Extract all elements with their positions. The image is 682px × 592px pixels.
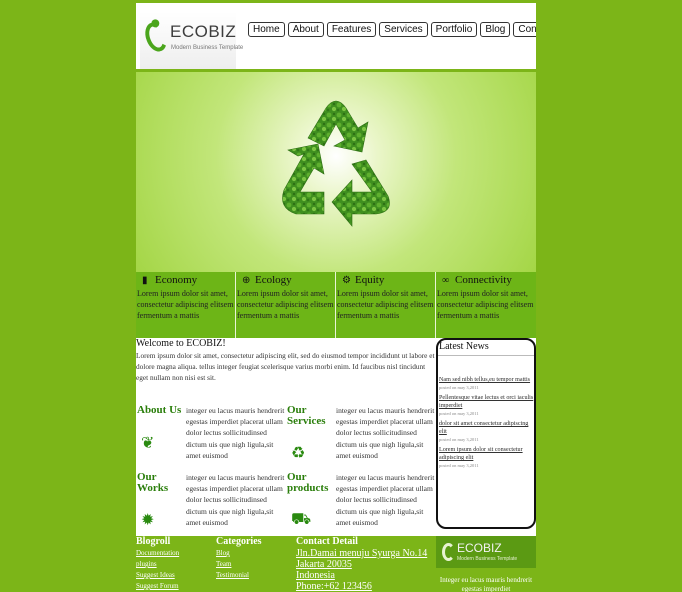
hero-banner: [136, 72, 536, 272]
contact-phone: Phone:+62 123456: [296, 581, 372, 592]
footer: Blogroll Documentation plugins Suggest I…: [136, 536, 536, 592]
news-link[interactable]: Nam sed nibh tellus,eu tempor mattis: [439, 376, 534, 384]
logo-tagline: Modern Business Template: [171, 45, 244, 51]
welcome-text: Lorem ipsum dolor sit amet, consectetur …: [136, 351, 435, 382]
feature-text: Lorem ipsum dolor sit amet, consectetur …: [337, 289, 434, 320]
nav-contact-button[interactable]: Contact: [513, 22, 536, 37]
nav-blog-button[interactable]: Blog: [480, 22, 511, 37]
feature-text: Lorem ipsum dolor sit amet, consectetur …: [137, 289, 234, 320]
news-item: Pellentesque vitae lectus et orci iaculi…: [439, 394, 534, 417]
footer-logo-tagline: Modern Business Template: [457, 556, 518, 562]
latest-news-divider: [438, 355, 534, 356]
nav-portfolio-button[interactable]: Portfolio: [430, 22, 478, 37]
news-item: Nam sed nibh tellus,eu tempor mattis pos…: [439, 376, 534, 391]
footer-categories: Categories Blog Team Testimonial: [216, 536, 296, 581]
welcome-section: Welcome to ECOBIZ! Lorem ipsum dolor sit…: [136, 338, 436, 383]
site-logo[interactable]: ECOBIZ Modern Business Template: [140, 12, 243, 69]
category-link[interactable]: Blog: [216, 548, 296, 559]
news-date: posted on may 3,2011: [439, 411, 479, 416]
nav-about-button[interactable]: About: [287, 22, 324, 37]
our-services-title[interactable]: Our Services: [287, 405, 329, 427]
header: ECOBIZ Modern Business Template Home Abo…: [136, 3, 536, 71]
our-products-title[interactable]: Our products: [287, 472, 331, 494]
feature-text: Lorem ipsum dolor sit amet, consectetur …: [237, 289, 334, 320]
our-works-text: integer eu lacus mauris hendrerit egesta…: [186, 473, 285, 527]
feature-title: Economy: [155, 274, 198, 286]
news-item: dolor sit amet consectetur adipiscing el…: [439, 420, 534, 443]
blogroll-link[interactable]: Suggest Forum: [136, 581, 216, 592]
footer-blogroll: Blogroll Documentation plugins Suggest I…: [136, 536, 216, 592]
gears-icon: ⚙: [342, 274, 351, 286]
feature-economy: ▮ Economy Lorem ipsum dolor sit amet, con…: [136, 272, 236, 338]
footer-logo[interactable]: ECOBIZ Modern Business Template: [436, 536, 536, 568]
news-list: Nam sed nibh tellus,eu tempor mattis pos…: [438, 376, 534, 469]
latest-news-panel: Latest News Nam sed nibh tellus,eu tempo…: [436, 338, 536, 529]
logo-name: ECOBIZ: [170, 22, 237, 41]
feature-equity: ⚙ Equity Lorem ipsum dolor sit amet, cons…: [336, 272, 436, 338]
news-date: posted on may 3,2011: [439, 463, 479, 468]
nav-features-button[interactable]: Features: [326, 22, 377, 37]
gear-icon: ✹: [141, 512, 155, 529]
nav-services-button[interactable]: Services: [379, 22, 428, 37]
category-link[interactable]: Testimonial: [216, 570, 296, 581]
main-nav: Home About Features Services Portfolio B…: [248, 22, 536, 37]
link-icon: ∞: [442, 274, 450, 286]
our-services-text: integer eu lacus mauris hendrerit egesta…: [336, 406, 435, 460]
about-us-text: integer eu lacus mauris hendrerit egesta…: [186, 406, 285, 460]
footer-logo-name: ECOBIZ: [457, 541, 502, 555]
contact-title: Contact Detail: [296, 536, 358, 547]
footer-text: Integer eu lacus mauris hendrerit egesta…: [439, 576, 533, 592]
news-date: posted on may 3,2011: [439, 385, 479, 390]
recycle-icon: [282, 100, 390, 227]
news-link[interactable]: Lorem ipsum dolor sit consectetur adipis…: [439, 446, 534, 462]
blogroll-link[interactable]: Suggest Ideas: [136, 570, 216, 581]
feature-title: Ecology: [255, 274, 292, 286]
category-link[interactable]: Team: [216, 559, 296, 570]
contact-city: Jakarta 20035: [296, 559, 352, 570]
news-item: Lorem ipsum dolor sit consectetur adipis…: [439, 446, 534, 469]
footer-logo-swirl-icon: [442, 543, 455, 561]
contact-address: Jln.Damai menuju Syurga No.14: [296, 548, 428, 559]
logo-swirl-icon: [141, 19, 171, 55]
blogroll-link[interactable]: Documentation: [136, 548, 216, 559]
contact-country: Indonesia: [296, 570, 335, 581]
bar-chart-icon: ▮: [142, 274, 148, 286]
blogroll-title: Blogroll: [136, 536, 171, 547]
nav-home-button[interactable]: Home: [248, 22, 285, 37]
bus-icon: ⛟: [291, 511, 312, 528]
news-link[interactable]: dolor sit amet consectetur adipiscing el…: [439, 420, 534, 436]
feature-title: Connectivity: [455, 274, 512, 286]
features-strip: ▮ Economy Lorem ipsum dolor sit amet, con…: [136, 272, 536, 338]
feature-text: Lorem ipsum dolor sit amet, consectetur …: [437, 289, 534, 320]
leaf-icon: ❦: [141, 435, 155, 452]
blogroll-link[interactable]: plugins: [136, 559, 216, 570]
about-us-block: About Us ❦ integer eu lacus mauris hendr…: [137, 405, 287, 465]
news-date: posted on may 3,2011: [439, 437, 479, 442]
our-products-block: Our products ⛟ integer eu lacus mauris h…: [287, 472, 437, 532]
welcome-title: Welcome to ECOBIZ!: [136, 338, 226, 349]
feature-connectivity: ∞ Connectivity Lorem ipsum dolor sit amet…: [436, 272, 536, 338]
news-link[interactable]: Pellentesque vitae lectus et orci iaculi…: [439, 394, 534, 410]
our-services-block: Our Services ♻ integer eu lacus mauris h…: [287, 405, 437, 465]
footer-contact: Contact Detail Jln.Damai menuju Syurga N…: [296, 536, 436, 592]
recycle-icon: ♻: [291, 445, 306, 462]
about-us-title[interactable]: About Us: [137, 405, 183, 416]
our-works-title[interactable]: Our Works: [137, 472, 173, 494]
our-works-block: Our Works ✹ integer eu lacus mauris hend…: [137, 472, 287, 532]
categories-title: Categories: [216, 536, 262, 547]
latest-news-title: Latest News: [439, 341, 489, 352]
feature-ecology: ⊕ Ecology Lorem ipsum dolor sit amet, con…: [236, 272, 336, 338]
globe-icon: ⊕: [242, 274, 251, 286]
our-products-text: integer eu lacus mauris hendrerit egesta…: [336, 473, 435, 527]
feature-title: Equity: [355, 274, 385, 286]
page-container: ECOBIZ Modern Business Template Home Abo…: [136, 3, 536, 592]
